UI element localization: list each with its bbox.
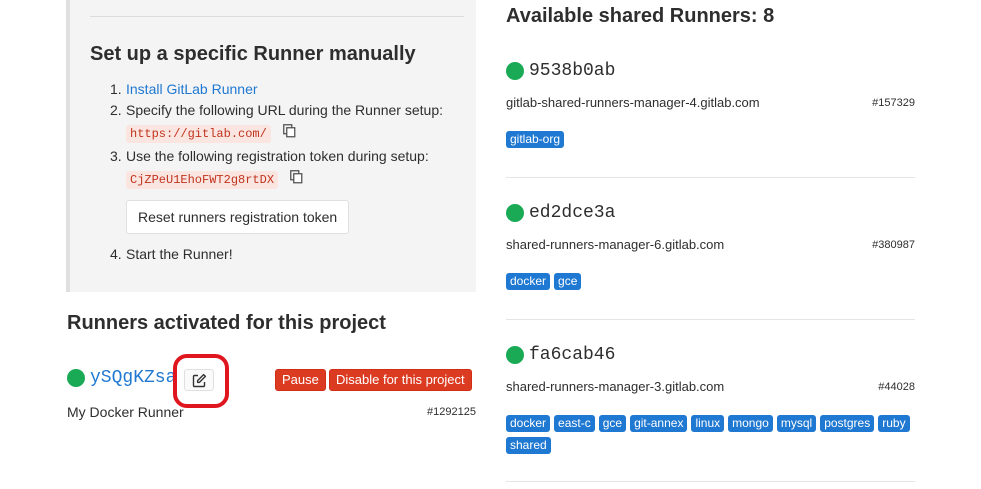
- step-3-text: Use the following registration token dur…: [126, 147, 429, 164]
- shared-runner-number: #44028: [878, 381, 915, 393]
- runner-description: My Docker Runner: [67, 404, 184, 420]
- pause-button[interactable]: Pause: [275, 369, 326, 391]
- divider: [506, 319, 915, 320]
- step-4-text: Start the Runner!: [126, 245, 233, 262]
- disable-runner-button[interactable]: Disable for this project: [329, 369, 472, 391]
- copy-url-icon[interactable]: [282, 123, 296, 144]
- status-dot-icon: [506, 346, 524, 364]
- reset-button-row: Reset runners registration token: [110, 190, 443, 244]
- divider: [506, 177, 915, 178]
- edit-runner-button[interactable]: [184, 369, 214, 391]
- activated-runners-title: Runners activated for this project: [67, 312, 386, 334]
- tag: git-annex: [630, 415, 688, 432]
- shared-runner-description: shared-runners-manager-3.gitlab.com: [506, 379, 725, 394]
- tag: gce: [598, 415, 627, 432]
- shared-runner-description: gitlab-shared-runners-manager-4.gitlab.c…: [506, 95, 760, 110]
- tag: docker: [506, 273, 551, 290]
- shared-runner-number: #380987: [872, 239, 915, 251]
- tag: docker: [506, 415, 551, 432]
- setup-steps-list: 1. Install GitLab Runner 2. Specify the …: [110, 79, 443, 265]
- pencil-square-icon: [192, 373, 207, 388]
- shared-runners-title: Available shared Runners: 8: [506, 5, 775, 27]
- tag-list: gitlab-org: [506, 130, 915, 152]
- tag: gce: [554, 273, 582, 290]
- tag: mysql: [776, 415, 817, 432]
- registration-token[interactable]: CjZPeU1EhoFWT2g8rtDX: [126, 170, 279, 189]
- tag: shared: [506, 437, 551, 454]
- shared-runner-id: 9538b0ab: [529, 61, 616, 81]
- status-dot-icon: [506, 204, 524, 222]
- step-3-token-row: CjZPeU1EhoFWT2g8rtDX: [110, 168, 443, 190]
- runner-number: #1292125: [427, 406, 476, 418]
- tag: gitlab-org: [506, 131, 565, 148]
- tag: linux: [691, 415, 725, 432]
- setup-title: Set up a specific Runner manually: [90, 43, 416, 65]
- step-1: 1. Install GitLab Runner: [110, 81, 258, 97]
- copy-token-icon[interactable]: [290, 169, 303, 190]
- shared-runner-id: ed2dce3a: [529, 203, 616, 223]
- shared-runner-description: shared-runners-manager-6.gitlab.com: [506, 237, 725, 252]
- step-2: 2. Specify the following URL during the …: [110, 102, 443, 118]
- tag-list: docker gce: [506, 272, 915, 294]
- step-2-url-row: https://gitlab.com/: [110, 122, 443, 144]
- divider: [506, 481, 915, 482]
- step-4: 4. Start the Runner!: [110, 245, 233, 262]
- install-runner-link[interactable]: Install GitLab Runner: [126, 81, 258, 97]
- step-3: 3. Use the following registration token …: [110, 147, 429, 164]
- tag: postgres: [820, 415, 875, 432]
- reset-token-button[interactable]: Reset runners registration token: [126, 199, 350, 234]
- step-2-text: Specify the following URL during the Run…: [126, 102, 443, 118]
- status-dot-icon: [67, 369, 85, 387]
- coordinator-url[interactable]: https://gitlab.com/: [126, 125, 271, 143]
- tag-list: docker east-c gce git-annex linux mongo mysql p…: [506, 414, 915, 458]
- tag: mongo: [728, 415, 773, 432]
- shared-runner-id: fa6cab46: [529, 345, 616, 365]
- tag: ruby: [878, 415, 910, 432]
- divider: [90, 16, 464, 17]
- shared-runner-number: #157329: [872, 97, 915, 109]
- tag: east-c: [554, 415, 595, 432]
- setup-runner-panel: Set up a specific Runner manually 1. Ins…: [66, 0, 476, 292]
- runner-id-link[interactable]: ySQgKZsa: [90, 368, 176, 388]
- status-dot-icon: [506, 62, 524, 80]
